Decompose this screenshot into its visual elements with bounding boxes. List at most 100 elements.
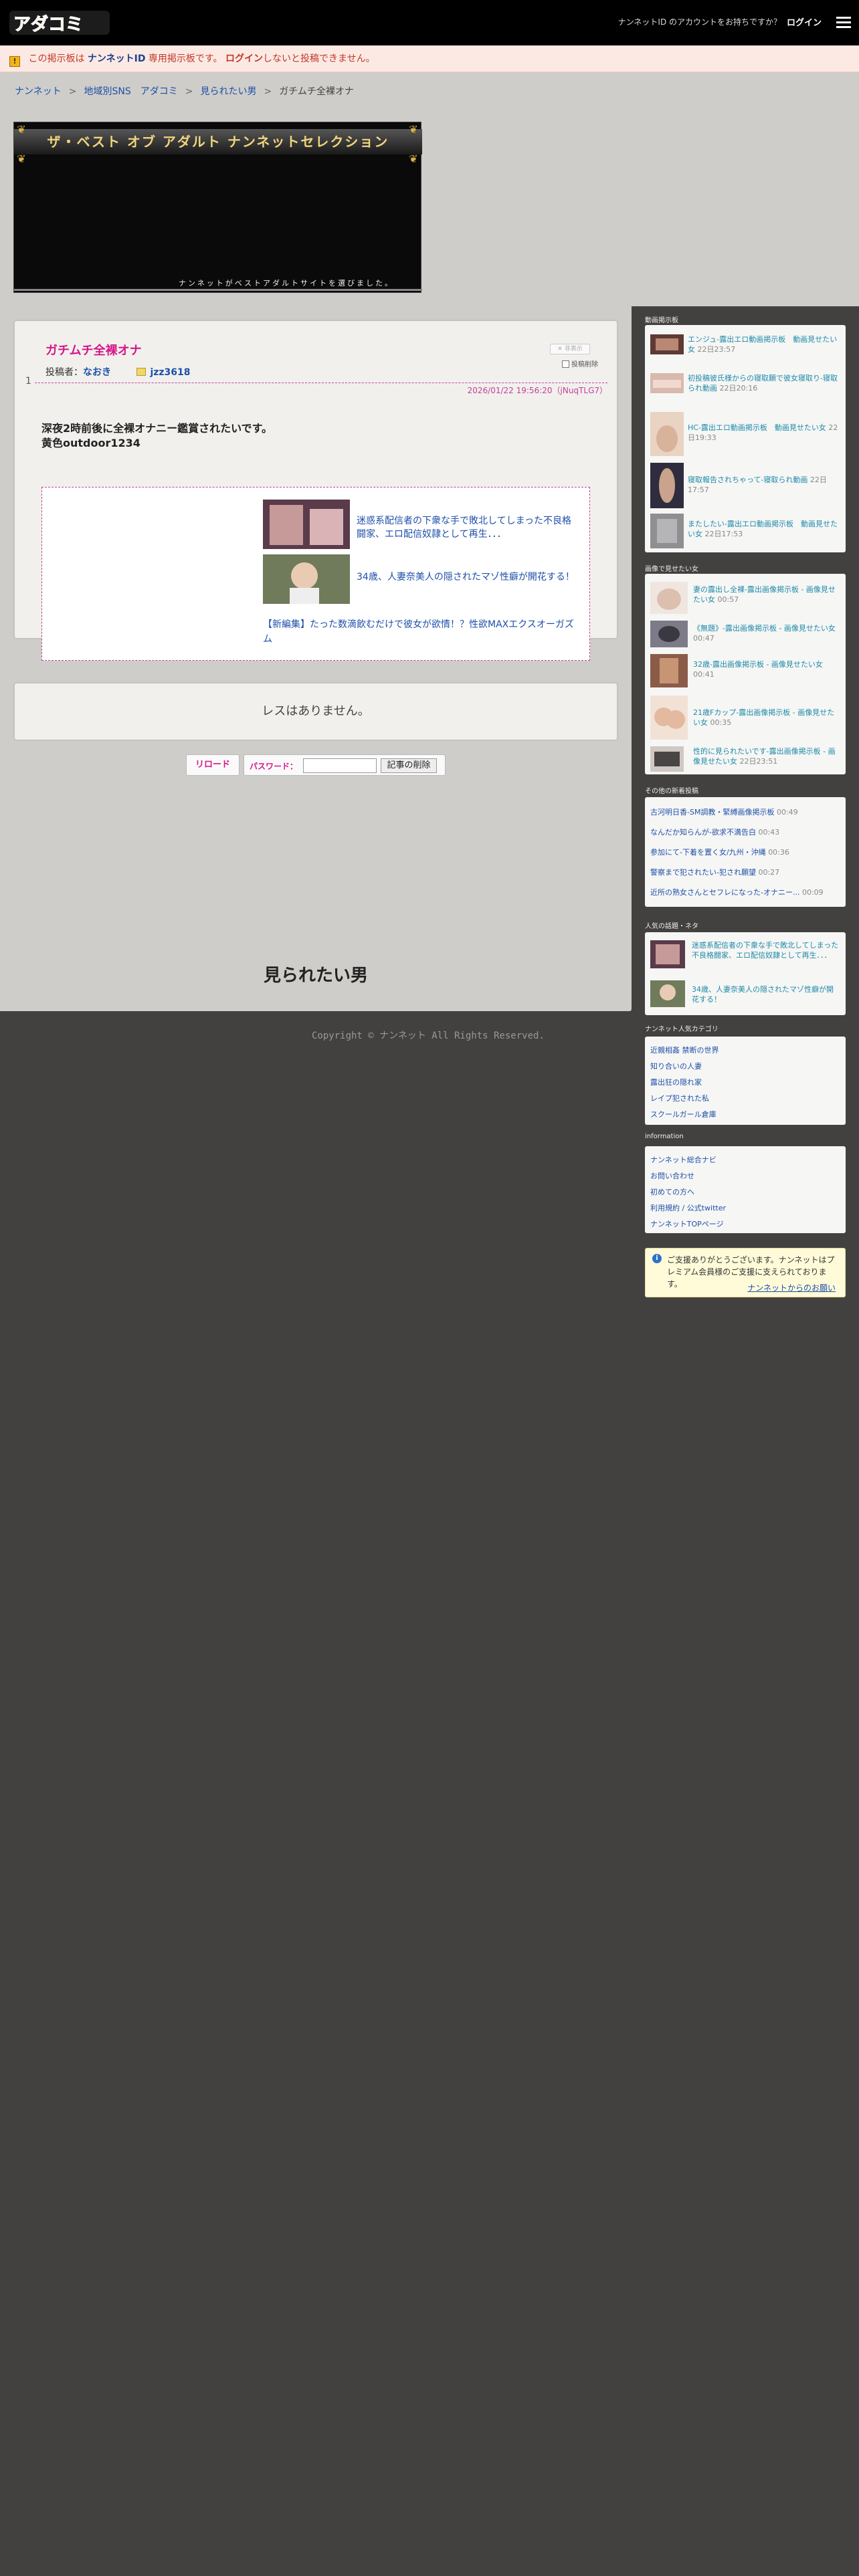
breadcrumb-item-board[interactable]: 見られたい男 — [200, 86, 256, 97]
ad-thumbnail — [263, 500, 350, 549]
list-item[interactable]: 古河明日香-SM調教・緊縛画像掲示板 00:49 — [650, 807, 798, 817]
sidebar-heading: 人気の話題・ネタ — [645, 923, 698, 930]
list-item-text: 34歳、人妻奈美人の隠されたマゾ性癖が開花する！ — [692, 985, 834, 1004]
thumbnail — [650, 621, 688, 647]
hide-button[interactable]: ✕ 非表示 — [550, 344, 590, 354]
banner-title: ザ・ベスト オブ アダルト ナンネットセレクション — [14, 129, 422, 154]
thumbnail — [650, 980, 685, 1007]
list-item[interactable]: なんだか知らんが-欲求不満告白 00:43 — [650, 827, 779, 837]
video-board-list: エンジュ-露出エロ動画掲示板 動画見せたい女 22日23:57 初投稿彼氏様から… — [645, 325, 846, 552]
delete-post-button[interactable]: 記事の削除 — [381, 758, 437, 773]
list-item-text: 妻の露出し全裸-露出画像掲示板 - 画像見せたい女 00:57 — [693, 585, 836, 604]
list-item[interactable]: スクールガール倉庫 — [650, 1109, 717, 1119]
post-body-line: 深夜2時前後に全裸オナニー鑑賞されたいです。 — [41, 422, 273, 435]
list-item[interactable]: 知り合いの人妻 — [650, 1061, 702, 1071]
list-item[interactable]: ナンネット総合ナビ — [650, 1154, 717, 1165]
list-item-text: 性的に見られたいです-露出画像掲示板 - 画像見せたい女 22日23:51 — [693, 747, 836, 766]
list-item-text: HC-露出エロ動画掲示板 動画見せたい女 22日19:33 — [688, 423, 838, 442]
sidebar-heading: information — [645, 1133, 684, 1140]
list-item[interactable]: 近所の熟女さんとセフレになった-オナニー... 00:09 — [650, 887, 824, 897]
information-links: ナンネット総合ナビ お問い合わせ 初めての方へ 利用規約 / 公式twitter… — [645, 1146, 846, 1233]
thumbnail — [650, 654, 688, 687]
list-item[interactable]: 近親相姦 禁断の世界 — [650, 1045, 719, 1055]
no-replies-message: レスはありません。 — [15, 683, 617, 740]
ornament-icon: ❦ — [17, 152, 26, 165]
ad-new-link[interactable]: 【新編集】たった数滴飲むだけで彼女が欲情！？性欲MAXエクスオーガズム — [263, 617, 577, 647]
list-item[interactable]: 初めての方へ — [650, 1186, 694, 1197]
poster-info: 投稿者：なおき jzz3618 — [45, 365, 191, 379]
list-item-text: 21歳Fカップ-露出画像掲示板 - 画像見せたい女 00:35 — [693, 708, 835, 727]
poster-label: 投稿者： — [45, 367, 83, 378]
list-item-text: 初投稿彼氏様からの寝取願で彼女寝取り-寝取られ動画 22日20:16 — [688, 374, 838, 393]
reload-button[interactable]: リロード — [186, 754, 240, 776]
breadcrumb-separator: > — [68, 86, 77, 97]
thumbnail — [650, 463, 684, 508]
thumbnail — [650, 373, 684, 393]
thumbnail — [650, 412, 684, 456]
ad-link[interactable]: 34歳、人妻奈美人の隠されたマゾ性癖が開花する！ — [357, 570, 577, 584]
notice-login-link[interactable]: ログイン — [225, 53, 263, 64]
logo-mark: アダコミ — [9, 11, 110, 35]
support-request-link[interactable]: ナンネットからのお願い — [747, 1282, 836, 1293]
warning-icon: ! — [9, 56, 20, 67]
top-bar: アダコミ ナンネットID のアカウントをお持ちですか？ ログイン — [0, 0, 859, 45]
list-item-text: またしたい-露出エロ動画掲示板 動画見せたい女 22日17:53 — [688, 520, 838, 538]
other-new-posts: 古河明日香-SM調教・緊縛画像掲示板 00:49 なんだか知らんが-欲求不満告白… — [645, 797, 846, 907]
breadcrumb-item-adacomi[interactable]: 地域別SNS アダコミ — [84, 86, 177, 97]
account-question: ナンネットID のアカウントをお持ちですか？ — [617, 17, 781, 27]
password-label: パスワード： — [250, 762, 298, 771]
main-content: 1 ガチムチ全裸オナ ✕ 非表示 投稿削除 投稿者：なおき jzz3618 20… — [0, 306, 632, 1011]
post-body: 深夜2時前後に全裸オナニー鑑賞されたいです。 黄色outdoor1234 — [41, 421, 272, 451]
sidebar-heading: ナンネット人気カテゴリ — [645, 1026, 719, 1033]
login-link[interactable]: ログイン — [787, 15, 822, 28]
logo-text: アダコミ — [13, 14, 83, 35]
list-item[interactable]: 警察まで犯されたい-犯され願望 00:27 — [650, 867, 779, 877]
selection-banner[interactable]: ザ・ベスト オブ アダルト ナンネットセレクション ❦ ❦ ❦ ❦ ナンネットが… — [13, 122, 422, 293]
ad-link[interactable]: 迷惑系配信者の下衆な手で敗北してしまった不良格闘家、エロ配信奴隷として再生．．． — [357, 514, 577, 541]
list-item-text: 32歳-露出画像掲示板 - 画像見せたい女 00:41 — [693, 660, 823, 679]
info-icon: i — [652, 1254, 662, 1263]
board-title: 見られたい男 — [263, 966, 368, 986]
popular-topics: 迷惑系配信者の下衆な手で敗北してしまった不良格闘家、エロ配信奴隷として再生．．．… — [645, 932, 846, 1015]
password-input[interactable] — [303, 758, 377, 773]
ornament-icon: ❦ — [409, 152, 418, 165]
ad-box: 迷惑系配信者の下衆な手で敗北してしまった不良格闘家、エロ配信奴隷として再生．．．… — [41, 487, 590, 661]
sidebar-heading: その他の新着投稿 — [645, 788, 698, 795]
list-item[interactable]: 参加にて-下着を置く女/九州・沖縄 00:36 — [650, 847, 789, 857]
list-item[interactable]: 利用規約 / 公式twitter — [650, 1202, 726, 1213]
breadcrumb-current: ガチムチ全裸オナ — [279, 86, 354, 97]
notice-text-1: この掲示板は — [28, 53, 85, 64]
thumbnail — [650, 940, 685, 968]
menu-icon[interactable] — [836, 17, 851, 29]
breadcrumb-separator: > — [185, 86, 193, 97]
id-icon — [136, 368, 147, 376]
user-id[interactable]: jzz3618 — [136, 367, 191, 378]
breadcrumb-item-nannet[interactable]: ナンネット — [15, 86, 62, 97]
delete-checkbox[interactable]: 投稿削除 — [562, 358, 598, 368]
notice-text-3: しないと投稿できません。 — [262, 53, 375, 64]
banner-area: ザ・ベスト オブ アダルト ナンネットセレクション ❦ ❦ ❦ ❦ ナンネットが… — [0, 111, 859, 306]
list-item-text: 迷惑系配信者の下衆な手で敗北してしまった不良格闘家、エロ配信奴隷として再生．．． — [692, 941, 839, 960]
ornament-icon: ❦ — [17, 123, 26, 136]
post-number: 1 — [25, 376, 31, 387]
post-body-line: 黄色outdoor1234 — [41, 437, 140, 449]
delete-form: パスワード： 記事の削除 — [244, 754, 446, 776]
ornament-icon: ❦ — [409, 123, 418, 136]
banner-caption: ナンネットがベストアダルトサイトを選びました。 — [179, 279, 394, 288]
checkbox-icon — [562, 360, 569, 368]
site-logo[interactable]: アダコミ — [8, 8, 114, 37]
thumbnail — [650, 334, 684, 354]
poster-name[interactable]: なおき — [83, 367, 111, 378]
support-thanks-box: i ご支援ありがとうございます。ナンネットはプレミアム会員様のご支援に支えられて… — [645, 1248, 846, 1297]
list-item[interactable]: レイプ犯された私 — [650, 1093, 709, 1103]
list-item[interactable]: ナンネットTOPページ — [650, 1218, 724, 1229]
list-item[interactable]: 露出狂の隠れ家 — [650, 1077, 702, 1087]
thumbnail — [650, 514, 684, 548]
thread-title: ガチムチ全裸オナ — [45, 344, 142, 358]
notice-text-2: 専用掲示板です。 — [148, 53, 223, 64]
image-board-list: 妻の露出し全裸-露出画像掲示板 - 画像見せたい女 00:57 《無題》-露出画… — [645, 574, 846, 774]
breadcrumb: ナンネット > 地域別SNS アダコミ > 見られたい男 > ガチムチ全裸オナ — [0, 72, 859, 111]
thumbnail — [650, 582, 688, 614]
list-item[interactable]: お問い合わせ — [650, 1170, 694, 1181]
thread-post: 1 ガチムチ全裸オナ ✕ 非表示 投稿削除 投稿者：なおき jzz3618 20… — [15, 321, 617, 661]
